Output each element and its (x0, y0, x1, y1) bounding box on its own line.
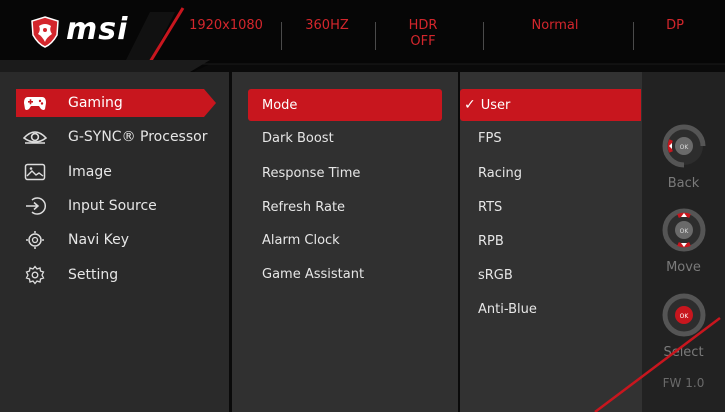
menu-item-gsync-processor[interactable]: G-SYNC® Processor (16, 120, 216, 154)
osd-screen: msi 1920x1080 360HZ HDR OFF Normal DP Ga… (0, 0, 725, 412)
navi-key-hints: OK Back OK Move OK Select (642, 72, 725, 412)
ok-label: OK (679, 228, 689, 235)
option-label: sRGB (478, 267, 513, 283)
submenu-item-label: Alarm Clock (262, 232, 340, 248)
picture-mode-indicator: Normal (531, 18, 579, 33)
input-source-icon (22, 195, 48, 217)
status-header: msi 1920x1080 360HZ HDR OFF Normal DP (0, 0, 725, 68)
resolution-indicator: 1920x1080 (189, 18, 263, 33)
option-fps[interactable]: FPS (460, 122, 641, 154)
menu-item-gaming[interactable]: Gaming (16, 86, 216, 120)
header-separator (375, 22, 376, 50)
key-hint-label: Back (667, 176, 700, 191)
checkmark-icon: ✓ (464, 97, 476, 113)
menu-item-setting[interactable]: Setting (16, 258, 216, 292)
key-hint-label: Select (663, 345, 704, 360)
key-hint-move: OK Move (642, 208, 725, 275)
menu-item-label: Input Source (68, 198, 157, 214)
submenu-item-mode[interactable]: Mode (248, 89, 442, 121)
joystick-up-down-icon: OK (662, 208, 705, 252)
gamepad-icon (22, 92, 48, 114)
submenu-item-response-time[interactable]: Response Time (248, 157, 442, 189)
menu-item-navi-key[interactable]: Navi Key (16, 223, 216, 257)
hdr-label: HDR (408, 18, 438, 33)
option-srgb[interactable]: sRGB (460, 259, 641, 291)
refresh-rate-indicator: 360HZ (305, 18, 349, 33)
option-label: User (480, 97, 511, 113)
submenu-item-label: Game Assistant (262, 266, 365, 282)
navi-key-icon (22, 229, 48, 251)
key-hint-back: OK Back (642, 124, 725, 191)
hdr-indicator: HDR OFF (398, 18, 448, 50)
option-rts[interactable]: RTS (460, 191, 641, 223)
gsync-eye-icon (22, 126, 48, 148)
submenu-item-label: Mode (262, 97, 298, 113)
options-panel: ✓ User FPS Racing RTS RPB sRGB Anti-Blue (460, 72, 642, 412)
input-indicator: DP (666, 18, 684, 33)
option-label: FPS (478, 130, 502, 146)
submenu-item-label: Response Time (262, 165, 361, 181)
menu-item-label: Navi Key (68, 232, 130, 248)
option-rpb[interactable]: RPB (460, 225, 641, 257)
submenu-item-label: Dark Boost (262, 130, 334, 146)
gear-icon (22, 264, 48, 286)
submenu-item-refresh-rate[interactable]: Refresh Rate (248, 191, 442, 223)
msi-dragon-logo-icon (31, 16, 59, 48)
submenu-item-alarm-clock[interactable]: Alarm Clock (248, 224, 442, 256)
ok-label: OK (679, 144, 689, 151)
image-icon (22, 161, 48, 183)
option-racing[interactable]: Racing (460, 157, 641, 189)
ok-label: OK (679, 313, 689, 320)
submenu-item-game-assistant[interactable]: Game Assistant (248, 258, 442, 290)
option-label: Anti-Blue (478, 301, 537, 317)
key-hint-label: Move (666, 260, 701, 275)
msi-wordmark: msi (66, 12, 129, 47)
main-menu-panel: Gaming G-SYNC® Processor Image Input Sou… (0, 72, 229, 412)
hdr-state: OFF (410, 34, 436, 49)
option-label: RTS (478, 199, 503, 215)
menu-item-input-source[interactable]: Input Source (16, 189, 216, 223)
joystick-left-icon: OK (662, 124, 705, 168)
option-label: RPB (478, 233, 504, 249)
menu-item-label: Image (68, 164, 112, 180)
header-separator (633, 22, 634, 50)
submenu-item-dark-boost[interactable]: Dark Boost (248, 122, 442, 154)
menu-item-label: G-SYNC® Processor (68, 129, 208, 145)
option-user[interactable]: ✓ User (460, 89, 641, 121)
menu-item-image[interactable]: Image (16, 155, 216, 189)
option-anti-blue[interactable]: Anti-Blue (460, 293, 641, 325)
menu-item-label: Gaming (68, 95, 123, 111)
joystick-press-icon: OK (662, 293, 705, 337)
key-hint-select: OK Select (642, 293, 725, 360)
submenu-item-label: Refresh Rate (262, 199, 346, 215)
header-separator (483, 22, 484, 50)
menu-item-label: Setting (68, 267, 119, 283)
submenu-panel: Mode Dark Boost Response Time Refresh Ra… (232, 72, 458, 412)
firmware-version: FW 1.0 (662, 376, 705, 390)
header-separator (281, 22, 282, 50)
option-label: Racing (478, 165, 522, 181)
